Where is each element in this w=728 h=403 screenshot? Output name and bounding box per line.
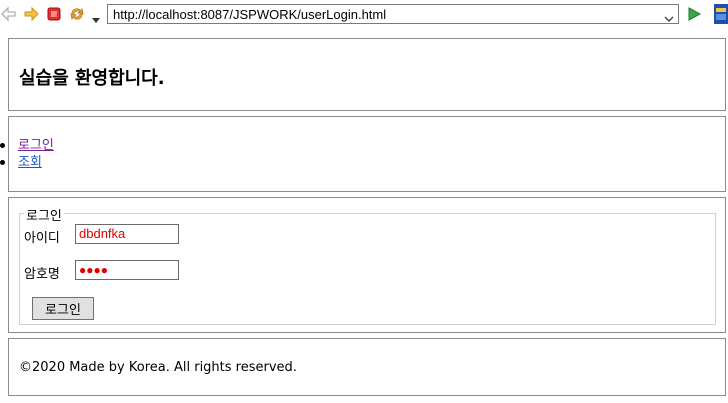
url-dropdown-icon[interactable] — [664, 9, 674, 22]
go-icon[interactable] — [686, 6, 702, 22]
password-label: 암호명 — [24, 267, 60, 282]
bullet-icon — [0, 160, 5, 165]
nav-link-login[interactable]: 로그인 — [18, 137, 54, 154]
stop-icon[interactable] — [46, 6, 62, 22]
url-bar[interactable]: http://localhost:8087/JSPWORK/userLogin.… — [107, 4, 679, 24]
url-text[interactable]: http://localhost:8087/JSPWORK/userLogin.… — [113, 7, 386, 22]
login-section: 로그인 아이디 dbdnfka 암호명 ●●●● 로그인 — [8, 197, 726, 333]
footer-text: ©2020 Made by Korea. All rights reserved… — [19, 360, 297, 375]
nav-section: 로그인 조회 — [0, 116, 726, 192]
refresh-icon[interactable] — [69, 6, 85, 22]
login-button[interactable]: 로그인 — [32, 297, 94, 320]
password-input[interactable]: ●●●● — [75, 260, 179, 280]
app-icon[interactable] — [714, 4, 728, 24]
back-arrow-icon[interactable] — [1, 6, 17, 22]
page-title: 실습을 환영합니다. — [19, 68, 165, 89]
footer-section: ©2020 Made by Korea. All rights reserved… — [8, 338, 726, 396]
nav-link-search[interactable]: 조회 — [18, 154, 42, 171]
fieldset-legend: 로그인 — [24, 205, 64, 224]
forward-arrow-icon[interactable] — [23, 6, 39, 22]
bullet-icon — [0, 143, 5, 148]
id-input-value: dbdnfka — [79, 226, 126, 241]
browser-toolbar: http://localhost:8087/JSPWORK/userLogin.… — [0, 0, 728, 30]
dropdown-arrow-icon[interactable] — [91, 10, 101, 23]
password-input-value: ●●●● — [79, 263, 108, 277]
id-input[interactable]: dbdnfka — [75, 224, 179, 244]
header-section: 실습을 환영합니다. — [8, 38, 726, 111]
id-label: 아이디 — [24, 231, 60, 246]
